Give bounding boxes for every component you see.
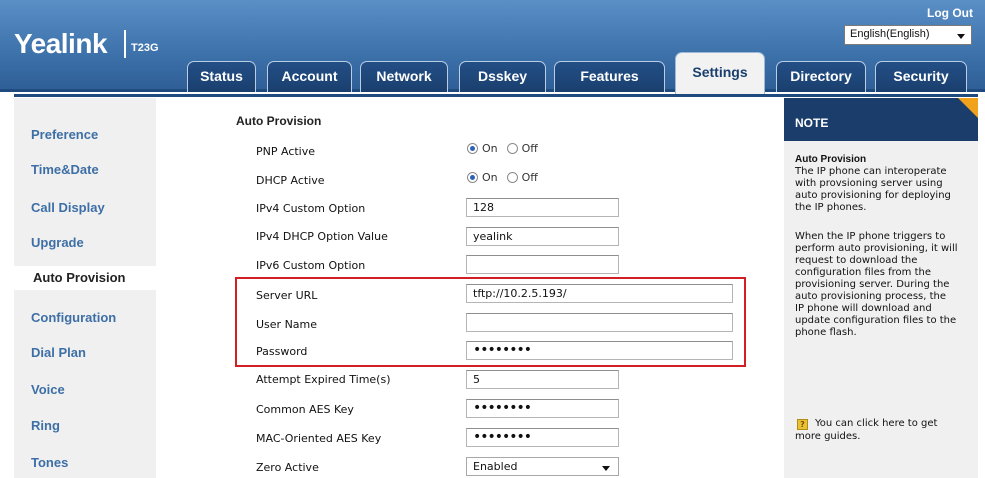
ipv4-dhcp-option-value-input[interactable]: yealink [466,227,619,246]
section-title: Auto Provision [236,114,322,128]
attempt-expired-time-label: Attempt Expired Time(s) [256,373,391,386]
sidebar-item-voice[interactable]: Voice [14,378,156,402]
tab-account[interactable]: Account [267,61,352,92]
tab-network[interactable]: Network [360,61,448,92]
pnp-off-radio[interactable] [506,143,518,154]
pnp-active-label: PNP Active [256,145,316,158]
dhcp-off-label: Off [521,171,538,184]
zero-active-select-value: Enabled [473,460,518,473]
note-line: the IP phones. [795,202,867,213]
sidebar-item-dial-plan[interactable]: Dial Plan [14,341,156,365]
attempt-expired-time-input[interactable]: 5 [466,370,619,389]
sidebar-item-configuration[interactable]: Configuration [14,306,156,330]
sidebar-item-auto-provision[interactable]: Auto Provision [14,266,164,290]
help-icon[interactable]: ? [797,419,808,430]
help-link-continued[interactable]: more guides. [795,431,973,443]
note-line: auto provisioning process, the [795,291,947,302]
ipv6-custom-option-input[interactable] [466,255,619,274]
ipv4-custom-option-input[interactable]: 128 [466,198,619,217]
note-line: configuration files from the [795,267,931,278]
sidebar-item-call-display[interactable]: Call Display [14,196,156,220]
content-divider [14,94,978,97]
tab-features[interactable]: Features [554,61,665,92]
ipv4-dhcp-option-value-label: IPv4 DHCP Option Value [256,230,388,243]
auto-provision-form: Auto Provision PNP Active On Off DHCP Ac… [156,98,776,478]
pnp-on-label: On [482,142,498,155]
user-name-label: User Name [256,318,318,331]
dhcp-off-radio[interactable] [506,172,518,183]
note-line: When the IP phone triggers to [795,231,946,242]
dhcp-active-label: DHCP Active [256,174,325,187]
note-line: IP phone will download and [795,303,932,314]
common-aes-key-input[interactable]: •••••••• [466,399,619,418]
note-header: NOTE [784,98,978,141]
server-url-input[interactable]: tftp://10.2.5.193/ [466,284,733,303]
password-input[interactable]: •••••••• [466,341,733,360]
user-name-input[interactable] [466,313,733,332]
dhcp-active-radio-group: On Off [467,171,543,184]
note-corner-accent [958,98,978,118]
mac-oriented-aes-key-label: MAC-Oriented AES Key [256,432,382,445]
main-tabs: Status Account Network Dsskey Features S… [0,0,985,97]
pnp-on-radio[interactable] [467,143,478,154]
note-line: request to download the [795,255,918,266]
sidebar: Preference Time&Date Call Display Upgrad… [14,98,164,478]
pnp-off-label: Off [521,142,538,155]
common-aes-key-label: Common AES Key [256,403,354,416]
dhcp-on-radio[interactable] [467,172,478,183]
mac-oriented-aes-key-input[interactable]: •••••••• [466,428,619,447]
note-line: update configuration files to the [795,315,957,326]
sidebar-item-upgrade[interactable]: Upgrade [14,231,156,255]
ipv6-custom-option-label: IPv6 Custom Option [256,259,366,272]
tab-status[interactable]: Status [187,61,256,92]
server-url-label: Server URL [256,289,318,302]
tab-security[interactable]: Security [875,61,967,92]
note-panel: NOTE Auto Provision The IP phone can int… [784,98,978,478]
zero-active-label: Zero Active [256,461,319,474]
sidebar-item-preference[interactable]: Preference [14,123,156,147]
note-line: provisioning server. During the [795,279,950,290]
tab-directory[interactable]: Directory [776,61,866,92]
password-label: Password [256,345,308,358]
note-line: The IP phone can interoperate [795,166,947,177]
tab-settings[interactable]: Settings [675,52,765,97]
chevron-down-icon [602,466,610,471]
tab-dsskey[interactable]: Dsskey [459,61,546,92]
note-line: auto provisioning for deploying [795,190,951,201]
dhcp-on-label: On [482,171,498,184]
pnp-active-radio-group: On Off [467,142,543,155]
note-title: Auto Provision [795,154,867,165]
sidebar-item-time-date[interactable]: Time&Date [14,158,156,182]
help-link[interactable]: You can click here to get [815,418,975,430]
note-line: perform auto provisioning, it will [795,243,958,254]
note-line: with provsioning server using [795,178,943,189]
sidebar-item-tones[interactable]: Tones [14,451,156,475]
note-line: phone flash. [795,327,857,338]
ipv4-custom-option-label: IPv4 Custom Option [256,202,366,215]
sidebar-item-ring[interactable]: Ring [14,414,156,438]
zero-active-select[interactable]: Enabled [466,457,619,476]
